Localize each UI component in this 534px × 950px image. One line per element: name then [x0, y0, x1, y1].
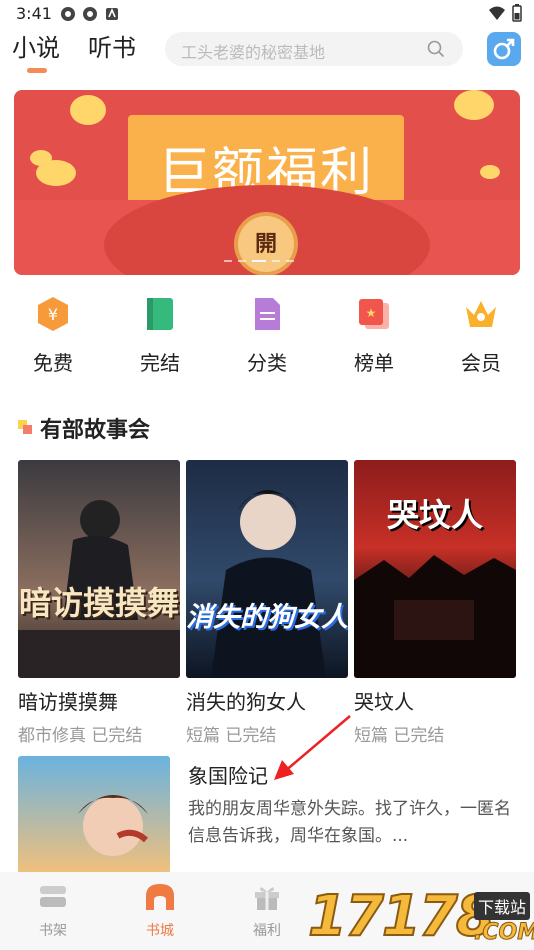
quick-links: ¥ 免费 完结 分类 ★ 榜单 会员 [0, 295, 534, 385]
bookshelf-icon [40, 886, 66, 907]
status-system-icons [488, 4, 522, 22]
featured-book-description: 我的朋友周华意外失踪。找了许久，一匿名信息告诉我，周华在象国。... [188, 799, 511, 846]
gender-switch-button[interactable] [487, 32, 521, 66]
section-mark-icon [18, 420, 32, 434]
quick-link-label: 完结 [140, 351, 180, 375]
nav-rewards[interactable]: 福利 [227, 882, 307, 940]
annotation-arrow [274, 715, 351, 780]
coin-decoration [454, 90, 494, 120]
male-symbol-icon [493, 38, 515, 60]
nav-label: 福利 [253, 923, 281, 939]
nav-bookstore[interactable]: 书城 [120, 882, 200, 940]
cover-title: 消失的狗女人 [186, 602, 348, 633]
book-cover[interactable]: 暗访摸摸舞 [18, 460, 180, 678]
wifi-icon [489, 6, 505, 20]
gift-icon [255, 887, 279, 910]
coin-decoration [70, 95, 106, 125]
quick-link-ranking[interactable]: ★ 榜单 [334, 295, 414, 376]
book-icon [147, 298, 173, 330]
quick-link-vip[interactable]: 会员 [441, 295, 521, 376]
section-title: 有部故事会 [40, 418, 151, 443]
search-input[interactable]: 工头老婆的秘密基地 [165, 32, 463, 66]
cover-title: 哭坟人 [386, 496, 483, 534]
featured-book-cover[interactable] [18, 756, 170, 874]
watermark-number: 17178 [307, 883, 496, 950]
carousel-dot-active[interactable] [252, 260, 266, 262]
search-placeholder: 工头老婆的秘密基地 [181, 43, 326, 62]
book-title: 消失的狗女人 [186, 690, 306, 714]
book-card[interactable]: 消失的狗女人 消失的狗女人 短篇 已完结 [186, 460, 348, 746]
coin-decoration [480, 165, 500, 179]
cover-illustration [18, 500, 180, 678]
tab-novel[interactable]: 小说 [12, 28, 60, 63]
seal-label: 開 [254, 232, 277, 257]
quick-link-completed[interactable]: 完结 [120, 295, 200, 376]
nav-bookshelf[interactable]: 书架 [13, 882, 93, 940]
cover-illustration [78, 795, 149, 856]
quick-link-free[interactable]: ¥ 免费 [13, 295, 93, 376]
book-meta: 短篇 已完结 [354, 726, 445, 746]
cover-title: 暗访摸摸舞 [18, 584, 179, 622]
status-bar: 3:41 [0, 0, 534, 28]
watermark-site: 下载站 [474, 892, 531, 920]
cover-illustration [211, 490, 326, 678]
book-card[interactable]: 哭坟人 哭坟人 短篇 已完结 [354, 460, 516, 746]
book-cover[interactable]: 消失的狗女人 [186, 460, 348, 678]
carousel-dot[interactable] [238, 260, 246, 262]
carousel-indicator [224, 260, 294, 262]
book-card[interactable]: 暗访摸摸舞 暗访摸摸舞 都市修真 已完结 [18, 460, 180, 746]
book-title: 暗访摸摸舞 [18, 690, 118, 714]
watermark-suffix: .COM [473, 920, 534, 946]
ranking-card-icon: ★ [359, 299, 389, 329]
carousel-dot[interactable] [286, 260, 294, 262]
svg-text:★: ★ [366, 306, 377, 320]
promo-banner[interactable]: 巨额福利 開 [14, 90, 520, 275]
nav-label: 书城 [146, 923, 174, 939]
search-icon [427, 40, 445, 58]
carousel-dot[interactable] [224, 260, 232, 262]
app-notification-icon [106, 7, 118, 20]
app-notification-icon [61, 7, 75, 21]
tab-audiobook[interactable]: 听书 [88, 28, 136, 63]
book-title: 哭坟人 [354, 690, 414, 714]
quick-link-label: 榜单 [354, 351, 394, 375]
document-list-icon [255, 298, 280, 330]
site-watermark: 17178 下载站 .COM [307, 883, 534, 950]
active-tab-indicator [27, 68, 47, 73]
status-time: 3:41 [16, 4, 52, 23]
quick-link-label: 会员 [461, 351, 501, 375]
book-cover[interactable]: 哭坟人 [354, 460, 516, 678]
bookstore-icon [146, 884, 174, 910]
coin-hexagon-icon: ¥ [38, 297, 68, 331]
coin-decoration [36, 160, 76, 186]
nav-label: 书架 [39, 923, 67, 939]
quick-link-categories[interactable]: 分类 [227, 295, 307, 376]
svg-text:¥: ¥ [48, 305, 58, 324]
app-notification-icon [83, 7, 97, 21]
top-navigation: 小说 听书 工头老婆的秘密基地 [0, 28, 534, 76]
featured-book-title: 象国险记 [188, 764, 268, 788]
status-notification-icons [60, 6, 120, 22]
carousel-dot[interactable] [272, 260, 280, 262]
battery-icon [512, 4, 522, 22]
quick-link-label: 分类 [247, 351, 287, 375]
quick-link-label: 免费 [33, 351, 73, 375]
crown-icon [466, 301, 496, 327]
book-meta: 都市修真 已完结 [18, 726, 143, 746]
